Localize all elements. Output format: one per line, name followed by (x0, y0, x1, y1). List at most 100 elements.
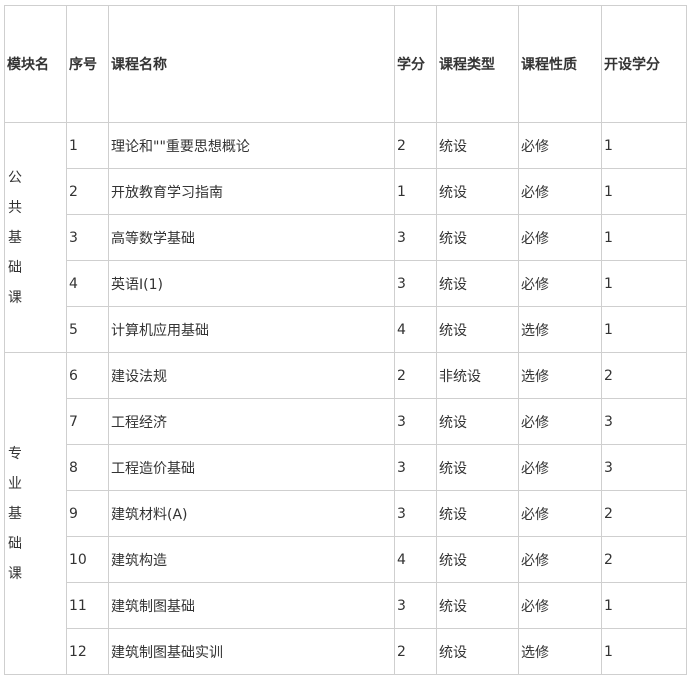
cell-offered-credits: 3 (601, 398, 687, 445)
cell-course-type: 非统设 (436, 352, 519, 399)
cell-number: 4 (66, 260, 109, 307)
cell-number: 8 (66, 444, 109, 491)
cell-credits: 2 (394, 122, 437, 169)
cell-number: 6 (66, 352, 109, 399)
cell-course-type: 统设 (436, 444, 519, 491)
header-credits: 学分 (394, 5, 437, 123)
cell-offered-credits: 2 (601, 352, 687, 399)
module-name-char: 业 (8, 475, 22, 492)
cell-credits: 3 (394, 214, 437, 261)
cell-number: 1 (66, 122, 109, 169)
header-course-type: 课程类型 (436, 5, 519, 123)
cell-course-name: 开放教育学习指南 (108, 168, 395, 215)
cell-course-nature: 必修 (518, 536, 602, 583)
cell-number: 2 (66, 168, 109, 215)
module-name-char: 课 (8, 565, 22, 582)
cell-course-name: 建筑制图基础实训 (108, 628, 395, 675)
cell-offered-credits: 2 (601, 490, 687, 537)
cell-course-nature: 必修 (518, 398, 602, 445)
cell-number: 11 (66, 582, 109, 629)
cell-course-nature: 必修 (518, 168, 602, 215)
cell-course-type: 统设 (436, 490, 519, 537)
table-row: 9 建筑材料(A) 3 统设 必修 2 (5, 490, 687, 537)
cell-course-type: 统设 (436, 214, 519, 261)
cell-credits: 3 (394, 398, 437, 445)
cell-offered-credits: 1 (601, 168, 687, 215)
cell-course-nature: 必修 (518, 260, 602, 307)
cell-offered-credits: 1 (601, 260, 687, 307)
table-row: 2 开放教育学习指南 1 统设 必修 1 (5, 168, 687, 215)
table-row: 12 建筑制图基础实训 2 统设 选修 1 (5, 628, 687, 675)
cell-course-name: 建筑材料(A) (108, 490, 395, 537)
header-module: 模块名 (4, 5, 67, 123)
cell-credits: 4 (394, 536, 437, 583)
cell-course-nature: 选修 (518, 352, 602, 399)
cell-number: 12 (66, 628, 109, 675)
cell-number: 5 (66, 306, 109, 353)
cell-offered-credits: 3 (601, 444, 687, 491)
cell-credits: 3 (394, 582, 437, 629)
cell-course-nature: 必修 (518, 582, 602, 629)
table-row: 10 建筑构造 4 统设 必修 2 (5, 536, 687, 583)
cell-course-name: 理论和""重要思想概论 (108, 122, 395, 169)
cell-course-name: 工程经济 (108, 398, 395, 445)
cell-number: 3 (66, 214, 109, 261)
cell-course-name: 高等数学基础 (108, 214, 395, 261)
cell-offered-credits: 2 (601, 536, 687, 583)
cell-course-type: 统设 (436, 628, 519, 675)
cell-course-name: 建设法规 (108, 352, 395, 399)
cell-course-type: 统设 (436, 536, 519, 583)
cell-credits: 2 (394, 352, 437, 399)
cell-course-name: 建筑构造 (108, 536, 395, 583)
cell-credits: 1 (394, 168, 437, 215)
cell-course-nature: 必修 (518, 444, 602, 491)
cell-course-name: 工程造价基础 (108, 444, 395, 491)
cell-course-name: 建筑制图基础 (108, 582, 395, 629)
course-table: 模块名 序号 课程名称 学分 课程类型 课程性质 开设学分 公共基础课 1 理论和"… (4, 5, 687, 675)
cell-credits: 3 (394, 260, 437, 307)
module-name-char: 共 (8, 199, 22, 216)
table-row: 8 工程造价基础 3 统设 必修 3 (5, 444, 687, 491)
cell-offered-credits: 1 (601, 214, 687, 261)
module-name-char: 基 (8, 505, 22, 522)
cell-course-nature: 必修 (518, 122, 602, 169)
cell-course-name: 英语Ⅰ(1) (108, 260, 395, 307)
cell-number: 7 (66, 398, 109, 445)
module-name-char: 公 (8, 169, 22, 186)
module-name-cell: 公共基础课 (4, 122, 67, 353)
module-name-char: 课 (8, 289, 22, 306)
cell-credits: 3 (394, 490, 437, 537)
module-name-cell: 专业基础课 (4, 352, 67, 675)
module-name-char: 专 (8, 445, 22, 462)
cell-course-type: 统设 (436, 260, 519, 307)
cell-credits: 3 (394, 444, 437, 491)
cell-number: 9 (66, 490, 109, 537)
table-row: 公共基础课 1 理论和""重要思想概论 2 统设 必修 1 (4, 122, 687, 353)
header-course-nature: 课程性质 (518, 5, 602, 123)
cell-offered-credits: 1 (601, 306, 687, 353)
cell-credits: 4 (394, 306, 437, 353)
table-row: 4 英语Ⅰ(1) 3 统设 必修 1 (5, 260, 687, 307)
table-row: 7 工程经济 3 统设 必修 3 (5, 398, 687, 445)
header-course-name: 课程名称 (108, 5, 395, 123)
cell-course-name: 计算机应用基础 (108, 306, 395, 353)
cell-course-type: 统设 (436, 398, 519, 445)
cell-credits: 2 (394, 628, 437, 675)
cell-course-nature: 选修 (518, 628, 602, 675)
header-offered-credits: 开设学分 (601, 5, 687, 123)
table-row: 专业基础课 6 建设法规 2 非统设 选修 2 (4, 352, 687, 675)
cell-course-nature: 必修 (518, 490, 602, 537)
header-number: 序号 (66, 5, 109, 123)
table-row: 3 高等数学基础 3 统设 必修 1 (5, 214, 687, 261)
module-name-char: 基 (8, 229, 22, 246)
cell-course-type: 统设 (436, 168, 519, 215)
table-row: 5 计算机应用基础 4 统设 选修 1 (5, 306, 687, 353)
cell-offered-credits: 1 (601, 582, 687, 629)
cell-offered-credits: 1 (601, 628, 687, 675)
module-name-char: 础 (8, 259, 22, 276)
cell-course-nature: 必修 (518, 214, 602, 261)
cell-offered-credits: 1 (601, 122, 687, 169)
cell-course-type: 统设 (436, 306, 519, 353)
cell-course-nature: 选修 (518, 306, 602, 353)
header-row: 模块名 序号 课程名称 学分 课程类型 课程性质 开设学分 (4, 5, 687, 123)
